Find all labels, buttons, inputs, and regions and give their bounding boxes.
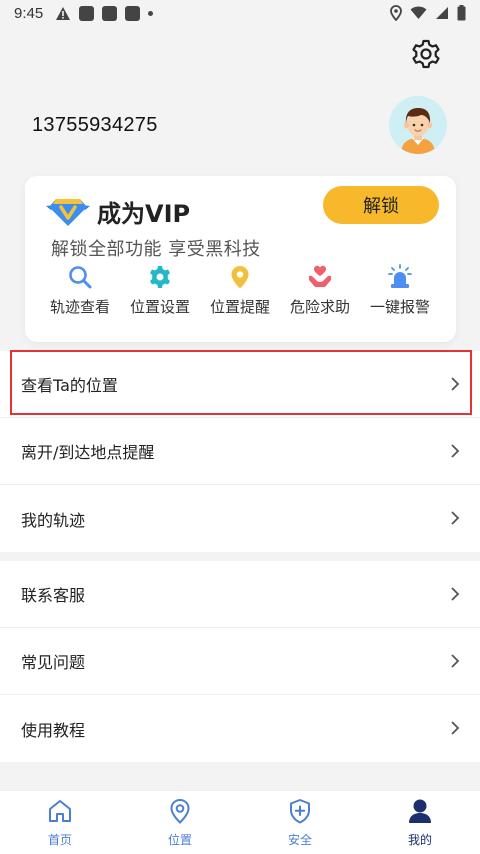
search-icon (69, 266, 92, 289)
chevron-right-icon (451, 587, 460, 601)
avatar[interactable] (389, 96, 447, 154)
menu-item-my-track[interactable]: 我的轨迹 (0, 485, 480, 552)
signal-icon (436, 7, 448, 19)
chevron-right-icon (451, 721, 460, 735)
chevron-right-icon (451, 377, 460, 391)
battery-icon (457, 5, 466, 21)
unlock-button[interactable]: 解锁 (323, 186, 439, 224)
warning-icon (56, 6, 71, 20)
feature-label: 轨迹查看 (49, 298, 110, 316)
chevron-right-icon (451, 444, 460, 458)
hand-heart-icon (309, 265, 331, 287)
feature-track-view[interactable]: 轨迹查看 (40, 264, 120, 317)
alarm-icon (388, 264, 412, 288)
gear-icon (150, 266, 170, 288)
user-phone-number: 13755934275 (32, 114, 158, 136)
shield-plus-icon (290, 799, 310, 824)
tab-mine[interactable]: 我的 (360, 791, 480, 854)
menu-item-view-ta-location[interactable]: 查看Ta的位置 (0, 351, 480, 418)
menu-item-faq[interactable]: 常见问题 (0, 628, 480, 695)
menu-group-location: 查看Ta的位置 离开/到达地点提醒 我的轨迹 (0, 351, 480, 552)
feature-label: 一键报警 (369, 298, 430, 316)
feature-danger-help[interactable]: 危险求助 (280, 264, 360, 317)
menu-item-label: 联系客服 (21, 586, 86, 605)
menu-item-tutorial[interactable]: 使用教程 (0, 695, 480, 762)
tab-label: 首页 (47, 833, 72, 847)
location-status-icon (390, 5, 402, 21)
profile-header: 13755934275 (0, 26, 480, 166)
feature-location-settings[interactable]: 位置设置 (120, 264, 200, 317)
vip-subtitle: 解锁全部功能 享受黑科技 (51, 239, 261, 260)
tab-label: 我的 (407, 833, 432, 847)
feature-label: 位置提醒 (209, 298, 270, 316)
menu-item-leave-arrive-reminder[interactable]: 离开/到达地点提醒 (0, 418, 480, 485)
wifi-icon (410, 6, 427, 19)
vip-feature-list: 轨迹查看 位置设置 位置提醒 危险求助 一键报警 (25, 264, 456, 317)
menu-item-label: 使用教程 (21, 720, 86, 740)
vip-card: 成为VIP 解锁 解锁全部功能 享受黑科技 轨迹查看 位置设置 位置提醒 危险求… (25, 176, 456, 342)
status-bar: 9:45 (0, 0, 480, 26)
feature-label: 位置设置 (129, 298, 190, 316)
menu-item-label: 我的轨迹 (21, 510, 86, 530)
bottom-tab-bar: 首页 位置 安全 我的 (0, 790, 480, 854)
tab-home[interactable]: 首页 (0, 791, 120, 854)
tab-safety[interactable]: 安全 (240, 791, 360, 854)
vip-diamond-icon (46, 199, 90, 226)
home-icon (49, 800, 71, 822)
feature-label: 危险求助 (289, 298, 350, 316)
settings-gear-icon[interactable] (410, 38, 442, 70)
more-notifications-icon (148, 10, 154, 16)
notification-icon (125, 5, 141, 21)
chevron-right-icon (451, 511, 460, 525)
menu-item-label: 离开/到达地点提醒 (21, 443, 155, 462)
status-time: 9:45 (14, 4, 44, 22)
tab-label: 安全 (287, 833, 312, 847)
person-icon (409, 799, 431, 823)
menu-item-customer-service[interactable]: 联系客服 (0, 561, 480, 628)
tab-label: 位置 (167, 833, 192, 847)
chevron-right-icon (451, 654, 460, 668)
menu-item-label: 查看Ta的位置 (21, 376, 118, 395)
location-icon (170, 798, 190, 824)
vip-title: 成为VIP (97, 200, 191, 228)
location-pin-icon (231, 266, 249, 289)
notification-icon (102, 5, 118, 21)
notification-icon (79, 5, 95, 21)
tab-location[interactable]: 位置 (120, 791, 240, 854)
feature-one-key-alarm[interactable]: 一键报警 (360, 264, 440, 317)
avatar-image (389, 96, 447, 154)
menu-item-label: 常见问题 (21, 653, 86, 672)
feature-location-reminder[interactable]: 位置提醒 (200, 264, 280, 317)
menu-group-help: 联系客服 常见问题 使用教程 (0, 561, 480, 762)
